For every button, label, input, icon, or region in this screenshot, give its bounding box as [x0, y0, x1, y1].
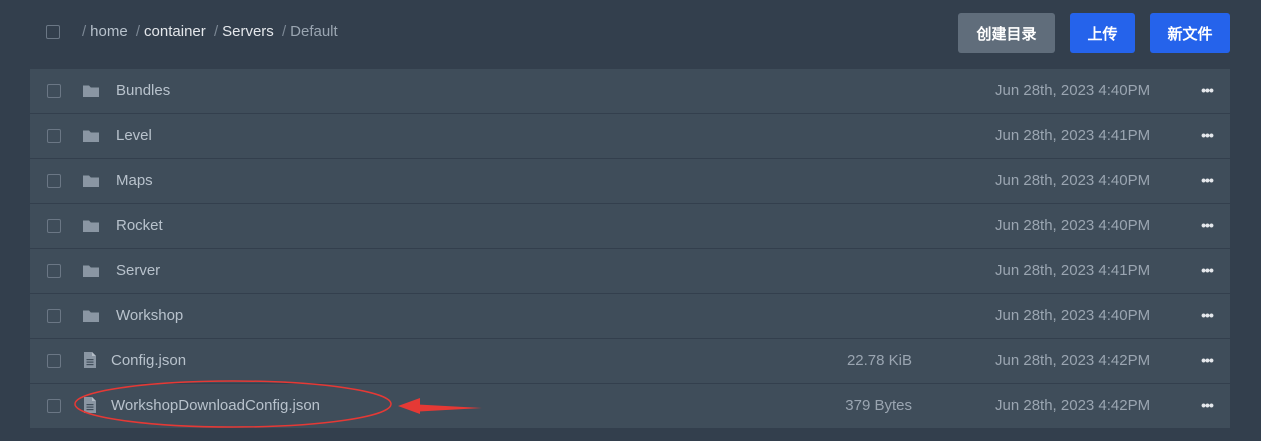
folder-icon	[83, 265, 99, 277]
file-row-server[interactable]: Server Jun 28th, 2023 4:41PM •••	[30, 249, 1230, 294]
file-name[interactable]: Rocket	[116, 217, 163, 234]
more-options-icon[interactable]: •••	[1196, 351, 1218, 371]
file-name[interactable]: Workshop	[116, 307, 183, 324]
more-options-icon[interactable]: •••	[1196, 306, 1218, 326]
file-list: Bundles Jun 28th, 2023 4:40PM ••• Level …	[30, 69, 1230, 429]
upload-button[interactable]: 上传	[1070, 13, 1135, 53]
folder-icon	[83, 175, 99, 187]
file-row-maps[interactable]: Maps Jun 28th, 2023 4:40PM •••	[30, 159, 1230, 204]
folder-icon	[83, 85, 99, 97]
file-row-level[interactable]: Level Jun 28th, 2023 4:41PM •••	[30, 114, 1230, 159]
breadcrumb-default: Default	[290, 23, 338, 40]
folder-icon	[83, 310, 99, 322]
row-checkbox[interactable]	[47, 264, 61, 278]
breadcrumb-home[interactable]: home	[90, 23, 128, 40]
file-name[interactable]: Bundles	[116, 82, 170, 99]
new-file-button[interactable]: 新文件	[1150, 13, 1230, 53]
file-row-bundles[interactable]: Bundles Jun 28th, 2023 4:40PM •••	[30, 69, 1230, 114]
file-date: Jun 28th, 2023 4:40PM	[995, 82, 1151, 99]
file-date: Jun 28th, 2023 4:40PM	[995, 172, 1151, 189]
row-checkbox[interactable]	[47, 219, 61, 233]
file-date: Jun 28th, 2023 4:42PM	[995, 352, 1151, 369]
row-checkbox[interactable]	[47, 84, 61, 98]
more-options-icon[interactable]: •••	[1196, 261, 1218, 281]
file-date: Jun 28th, 2023 4:40PM	[995, 307, 1151, 324]
file-row-workshop-download-config-json[interactable]: WorkshopDownloadConfig.json 379 Bytes Ju…	[30, 384, 1230, 429]
file-row-rocket[interactable]: Rocket Jun 28th, 2023 4:40PM •••	[30, 204, 1230, 249]
breadcrumb-separator: /	[82, 23, 87, 40]
folder-icon	[83, 130, 99, 142]
file-row-config-json[interactable]: Config.json 22.78 KiB Jun 28th, 2023 4:4…	[30, 339, 1230, 384]
row-checkbox[interactable]	[47, 129, 61, 143]
create-directory-button[interactable]: 创建目录	[958, 13, 1055, 53]
breadcrumb-separator: /	[281, 23, 287, 40]
file-icon	[84, 397, 96, 413]
breadcrumb: / home / container / Servers / Default	[78, 23, 338, 43]
row-checkbox[interactable]	[47, 354, 61, 368]
file-date: Jun 28th, 2023 4:41PM	[995, 262, 1151, 279]
file-name[interactable]: WorkshopDownloadConfig.json	[111, 397, 320, 414]
toolbar: / home / container / Servers / Default 创建目录 …	[0, 0, 1261, 68]
more-options-icon[interactable]: •••	[1196, 81, 1218, 101]
breadcrumb-separator: /	[213, 23, 219, 40]
breadcrumb-container[interactable]: container	[144, 23, 206, 40]
file-date: Jun 28th, 2023 4:40PM	[995, 217, 1151, 234]
file-name[interactable]: Config.json	[111, 352, 186, 369]
file-row-workshop[interactable]: Workshop Jun 28th, 2023 4:40PM •••	[30, 294, 1230, 339]
breadcrumb-servers[interactable]: Servers	[222, 23, 274, 40]
more-options-icon[interactable]: •••	[1196, 171, 1218, 191]
breadcrumb-separator: /	[135, 23, 141, 40]
file-name[interactable]: Server	[116, 262, 160, 279]
row-checkbox[interactable]	[47, 174, 61, 188]
file-size: 22.78 KiB	[846, 352, 912, 369]
folder-icon	[83, 220, 99, 232]
row-checkbox[interactable]	[47, 309, 61, 323]
more-options-icon[interactable]: •••	[1196, 126, 1218, 146]
row-checkbox[interactable]	[47, 399, 61, 413]
file-name[interactable]: Level	[116, 127, 152, 144]
file-icon	[84, 352, 96, 368]
more-options-icon[interactable]: •••	[1196, 396, 1218, 416]
more-options-icon[interactable]: •••	[1196, 216, 1218, 236]
file-date: Jun 28th, 2023 4:42PM	[995, 397, 1151, 414]
file-date: Jun 28th, 2023 4:41PM	[995, 127, 1151, 144]
file-size: 379 Bytes	[845, 397, 912, 414]
select-all-checkbox[interactable]	[46, 25, 60, 39]
file-name[interactable]: Maps	[116, 172, 153, 189]
